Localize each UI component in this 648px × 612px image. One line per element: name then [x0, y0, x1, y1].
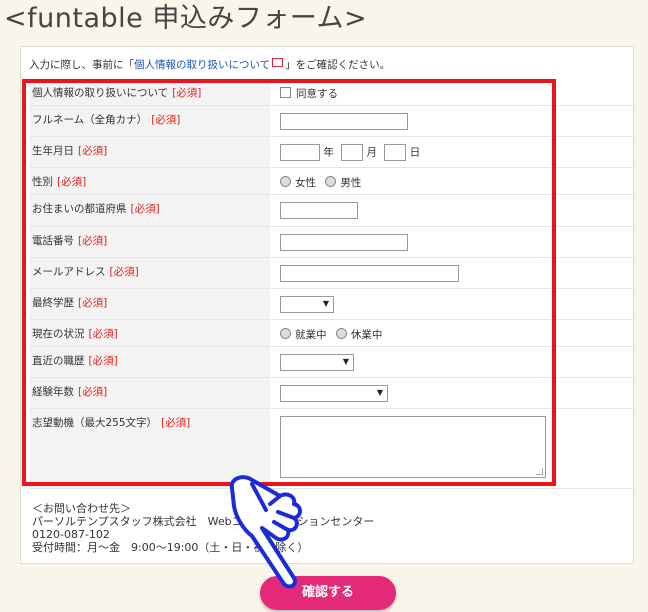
contact-info: ＜お問い合わせ先＞ パーソルテンプスタッフ株式会社 Webコミュニケーションセン… — [32, 502, 374, 554]
notice-text-before: 入力に際し、事前に「 — [29, 59, 134, 71]
notice-text-after: 」をご確認ください。 — [285, 59, 391, 71]
pointing-hand-icon — [229, 475, 302, 589]
privacy-policy-link[interactable]: 個人情報の取り扱いについて — [134, 58, 285, 71]
contact-company: パーソルテンプスタッフ株式会社 Webコミュニケーションセンター — [32, 515, 375, 528]
privacy-notice: 入力に際し、事前に「個人情報の取り扱いについて 」をご確認ください。 — [29, 57, 390, 72]
privacy-link-text: 個人情報の取り扱いについて — [134, 59, 271, 71]
page-title: <funtable 申込みフォーム> — [4, 3, 368, 34]
contact-hours: 受付時間：月～金 9:00～19:00（土・日・祝日除く） — [32, 541, 309, 554]
external-link-icon — [272, 58, 284, 67]
contact-phone: 0120-087-102 — [32, 528, 110, 541]
highlight-frame — [22, 79, 556, 486]
contact-heading: ＜お問い合わせ先＞ — [32, 502, 131, 515]
